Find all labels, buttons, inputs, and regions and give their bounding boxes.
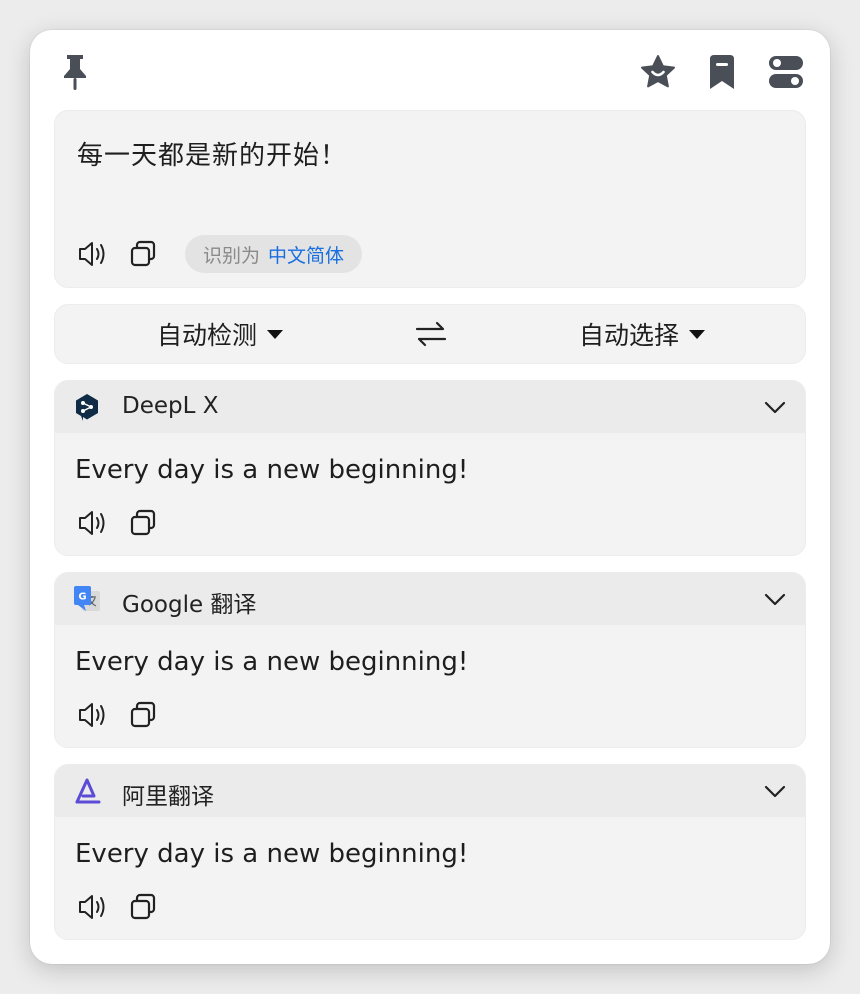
detected-language-badge[interactable]: 识别为 中文简体 (185, 235, 363, 273)
result-header[interactable]: G Google 翻译 (55, 573, 805, 625)
pin-icon (64, 55, 86, 90)
to-language-label: 自动选择 (579, 321, 680, 350)
speaker-icon (79, 895, 105, 919)
swap-icon (415, 321, 447, 347)
result-speak-button[interactable] (75, 505, 111, 541)
bookmark-button[interactable] (702, 52, 742, 92)
caret-down-icon (267, 329, 284, 339)
translation-text[interactable]: Every day is a new beginning! (75, 839, 468, 869)
copy-icon (130, 509, 156, 536)
google-translate-logo: G (74, 586, 100, 611)
service-name: 阿里翻译 (122, 784, 214, 810)
chevron-down-icon[interactable] (761, 585, 789, 613)
speaker-icon (79, 242, 105, 266)
result-copy-button[interactable] (125, 697, 161, 733)
toggle-settings-icon (769, 56, 803, 88)
svg-text:G: G (78, 592, 86, 603)
copy-icon (130, 240, 156, 267)
result-speak-button[interactable] (75, 889, 111, 925)
copy-icon (130, 893, 156, 920)
detected-label: 识别为 (203, 244, 261, 267)
result-header[interactable]: 阿里翻译 (55, 765, 805, 817)
pin-button[interactable] (58, 52, 92, 92)
speaker-icon (79, 703, 105, 727)
to-language-select[interactable]: 自动选择 (579, 305, 706, 363)
deepl-logo (76, 394, 98, 421)
source-copy-button[interactable] (125, 236, 161, 272)
swap-languages-button[interactable] (413, 318, 449, 350)
result-tools (75, 889, 161, 925)
service-name: Google 翻译 (122, 592, 257, 618)
source-panel: 每一天都是新的开始！ 识别为 中文简体 (54, 110, 806, 288)
chevron-down-icon[interactable] (761, 393, 789, 421)
result-tools (75, 697, 161, 733)
result-copy-button[interactable] (125, 505, 161, 541)
translation-text[interactable]: Every day is a new beginning! (75, 455, 468, 485)
star-icon (641, 55, 675, 88)
chevron-down-icon[interactable] (761, 777, 789, 805)
result-copy-button[interactable] (125, 889, 161, 925)
speaker-icon (79, 511, 105, 535)
result-google: G Google 翻译 Every day is a new beginning… (54, 572, 806, 748)
copy-icon (130, 701, 156, 728)
result-deepl: DeepL X Every day is a new beginning! (54, 380, 806, 556)
favorite-button[interactable] (638, 52, 678, 92)
alibaba-translate-logo (75, 778, 101, 804)
source-text[interactable]: 每一天都是新的开始！ (77, 135, 347, 172)
from-language-label: 自动检测 (157, 321, 258, 350)
settings-toggle-button[interactable] (766, 52, 806, 92)
from-language-select[interactable]: 自动检测 (157, 305, 284, 363)
service-name: DeepL X (122, 393, 219, 419)
result-alibaba: 阿里翻译 Every day is a new beginning! (54, 764, 806, 940)
source-speak-button[interactable] (75, 236, 111, 272)
detected-language: 中文简体 (268, 244, 345, 267)
caret-down-icon (689, 329, 706, 339)
result-header[interactable]: DeepL X (55, 381, 805, 433)
bookmark-icon (710, 55, 734, 89)
result-tools (75, 505, 161, 541)
translator-window: 每一天都是新的开始！ 识别为 中文简体 自动检测 自动选择 DeepL X Ev… (30, 30, 830, 964)
result-speak-button[interactable] (75, 697, 111, 733)
language-bar: 自动检测 自动选择 (54, 304, 806, 364)
translation-text[interactable]: Every day is a new beginning! (75, 647, 468, 677)
source-tools: 识别为 中文简体 (75, 235, 363, 273)
